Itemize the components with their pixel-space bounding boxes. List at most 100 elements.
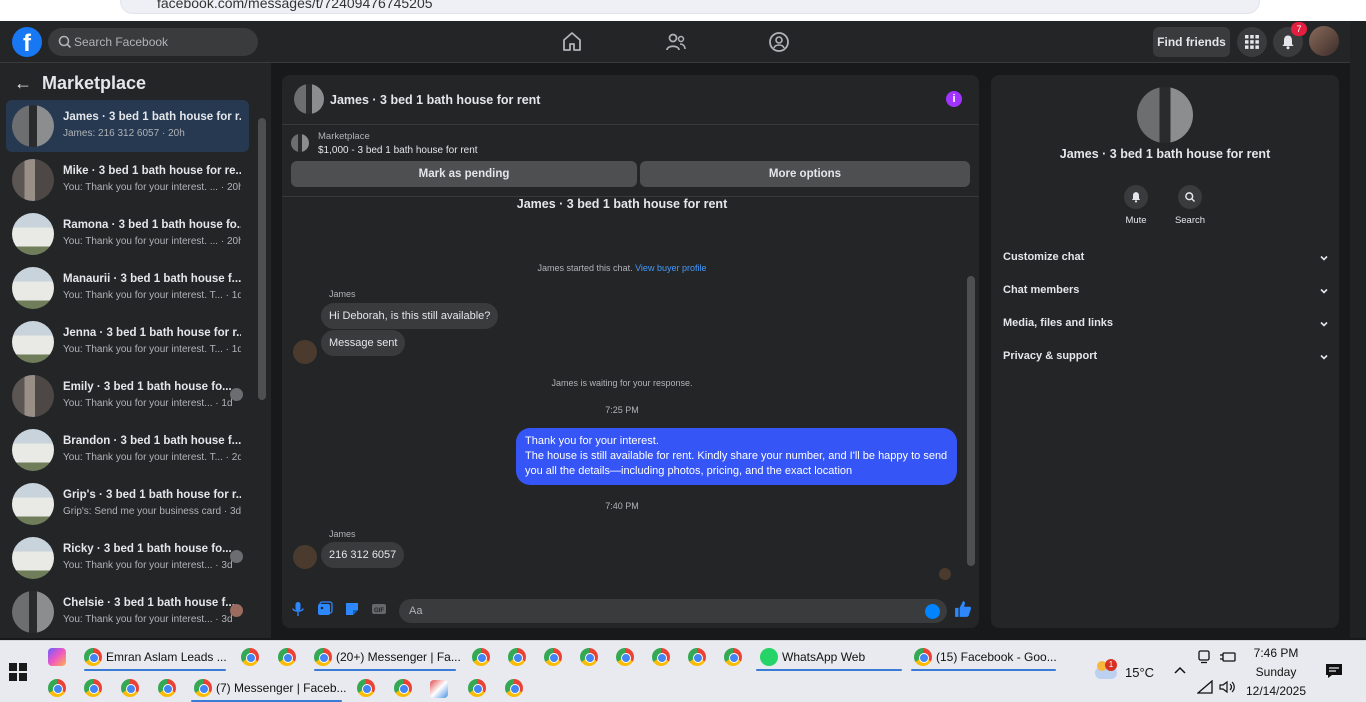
chat-members-section[interactable]: Chat members xyxy=(1003,284,1329,306)
page-scrollbar[interactable] xyxy=(1350,21,1366,638)
view-buyer-profile-link[interactable]: View buyer profile xyxy=(635,263,706,273)
search-input[interactable] xyxy=(74,28,254,56)
taskbar-window-messenger[interactable]: (20+) Messenger | Fa... xyxy=(314,644,461,671)
mark-as-pending-button[interactable]: Mark as pending xyxy=(291,161,637,187)
copilot-icon[interactable] xyxy=(48,648,66,666)
listing-avatar[interactable] xyxy=(1137,87,1193,143)
mute-button[interactable] xyxy=(1124,185,1148,209)
chat-title[interactable]: James · 3 bed 1 bath house for rent xyxy=(330,93,540,107)
gif-icon[interactable]: GIF xyxy=(371,601,387,617)
marketplace-listing-row[interactable]: Marketplace $1,000 - 3 bed 1 bath house … xyxy=(282,125,979,163)
address-bar[interactable]: facebook.com/messages/t/72409476745205 xyxy=(120,0,1260,14)
incoming-message[interactable]: Message sent xyxy=(321,330,406,356)
conversation-name: Mike · 3 bed 1 bath house for re... xyxy=(63,165,241,177)
chat-scroll-thumb[interactable] xyxy=(967,276,975,566)
chrome-icon xyxy=(194,679,212,697)
conversation-preview: You: Thank you for your interest... · 1d xyxy=(63,398,233,409)
taskbar-window-messenger-7[interactable]: (7) Messenger | Faceb... xyxy=(191,675,347,702)
chrome-icon[interactable] xyxy=(505,679,523,697)
chrome-icon[interactable] xyxy=(652,648,670,666)
conversation-item[interactable]: Ricky · 3 bed 1 bath house fo... You: Th… xyxy=(6,532,249,584)
emoji-icon[interactable] xyxy=(925,604,940,619)
media-files-links-section[interactable]: Media, files and links xyxy=(1003,317,1329,339)
conversation-item[interactable]: Manaurii · 3 bed 1 bath house f... You: … xyxy=(6,262,249,314)
clock-date[interactable]: 12/14/2025 xyxy=(1243,684,1309,698)
home-icon[interactable] xyxy=(560,30,584,54)
search-bar[interactable] xyxy=(48,28,258,56)
conversation-item[interactable]: James · 3 bed 1 bath house for r... Jame… xyxy=(6,100,249,152)
message-input[interactable] xyxy=(409,599,909,623)
find-friends-button[interactable]: Find friends xyxy=(1153,27,1230,57)
windows-start-icon[interactable] xyxy=(9,663,27,681)
taskbar-window-leads[interactable]: Emran Aslam Leads ... xyxy=(84,644,227,671)
sidebar-scroll-thumb[interactable] xyxy=(258,118,266,400)
conversation-item[interactable]: Chelsie · 3 bed 1 bath house f... You: T… xyxy=(6,586,249,638)
clock-day[interactable]: Sunday xyxy=(1248,665,1304,679)
chrome-icon[interactable] xyxy=(472,648,490,666)
profile-avatar[interactable] xyxy=(1309,26,1339,56)
conversation-item[interactable]: Grip's · 3 bed 1 bath house for r... Gri… xyxy=(6,478,249,530)
meet-now-icon[interactable] xyxy=(1197,650,1211,664)
chevron-up-icon[interactable] xyxy=(1173,665,1187,675)
sender-avatar[interactable] xyxy=(293,545,317,569)
chrome-icon[interactable] xyxy=(580,648,598,666)
chrome-icon[interactable] xyxy=(121,679,139,697)
temperature[interactable]: 15°C xyxy=(1125,665,1154,680)
chrome-icon[interactable] xyxy=(544,648,562,666)
chrome-icon[interactable] xyxy=(616,648,634,666)
sticker-icon[interactable] xyxy=(344,601,360,617)
chrome-icon[interactable] xyxy=(84,679,102,697)
chrome-icon[interactable] xyxy=(394,679,412,697)
conversation-item[interactable]: Jenna · 3 bed 1 bath house for r... You:… xyxy=(6,316,249,368)
chrome-icon[interactable] xyxy=(468,679,486,697)
sidebar-scrollbar[interactable] xyxy=(255,101,269,637)
timestamp: 7:25 PM xyxy=(605,405,639,415)
menu-button[interactable] xyxy=(1237,27,1267,57)
conversation-item[interactable]: Emily · 3 bed 1 bath house fo... You: Th… xyxy=(6,370,249,422)
clock-time[interactable]: 7:46 PM xyxy=(1248,646,1304,660)
chat-avatar[interactable] xyxy=(294,84,324,114)
chrome-icon[interactable] xyxy=(278,648,296,666)
conversation-item[interactable]: Ramona · 3 bed 1 bath house fo... You: T… xyxy=(6,208,249,260)
active-indicator xyxy=(911,669,1056,671)
more-options-button[interactable]: More options xyxy=(640,161,970,187)
message-field[interactable] xyxy=(399,599,947,623)
timestamp: 7:40 PM xyxy=(605,501,639,511)
thumbs-up-icon[interactable] xyxy=(954,600,972,618)
chat-scrollbar[interactable] xyxy=(965,199,977,585)
sender-avatar[interactable] xyxy=(293,340,317,364)
customize-chat-section[interactable]: Customize chat xyxy=(1003,251,1329,273)
incoming-message[interactable]: 216 312 6057 xyxy=(321,542,405,568)
taskbar-window-label: (15) Facebook - Goo... xyxy=(936,650,1057,664)
privacy-support-section[interactable]: Privacy & support xyxy=(1003,350,1329,372)
sender-name: James xyxy=(329,289,356,299)
battery-icon[interactable] xyxy=(1219,650,1237,664)
search-in-chat-button[interactable] xyxy=(1178,185,1202,209)
info-icon[interactable]: i xyxy=(946,91,962,107)
chrome-icon[interactable] xyxy=(357,679,375,697)
microphone-icon[interactable] xyxy=(290,601,306,617)
chrome-icon[interactable] xyxy=(158,679,176,697)
chrome-icon[interactable] xyxy=(688,648,706,666)
conversation-item[interactable]: Brandon · 3 bed 1 bath house f... You: T… xyxy=(6,424,249,476)
groups-icon[interactable] xyxy=(767,30,791,54)
gallery-icon[interactable] xyxy=(317,601,333,617)
address-text: facebook.com/messages/t/72409476745205 xyxy=(157,0,433,11)
conversation-item[interactable]: Mike · 3 bed 1 bath house for re... You:… xyxy=(6,154,249,206)
taskbar-window-whatsapp[interactable]: WhatsApp Web xyxy=(756,644,902,671)
facebook-logo[interactable]: f xyxy=(12,27,42,57)
chrome-icon[interactable] xyxy=(508,648,526,666)
friends-icon[interactable] xyxy=(664,30,688,54)
chrome-icon[interactable] xyxy=(241,648,259,666)
incoming-message[interactable]: Hi Deborah, is this still available? xyxy=(321,303,499,329)
notification-center-icon[interactable] xyxy=(1325,662,1343,680)
volume-icon[interactable] xyxy=(1219,680,1237,694)
outgoing-message[interactable]: Thank you for your interest. The house i… xyxy=(516,428,957,485)
chrome-icon[interactable] xyxy=(724,648,742,666)
app-icon[interactable] xyxy=(430,680,448,698)
taskbar-window-facebook[interactable]: (15) Facebook - Goo... xyxy=(911,644,1057,671)
chrome-icon[interactable] xyxy=(48,679,66,697)
back-arrow-icon[interactable]: ← xyxy=(14,73,32,94)
wifi-icon[interactable] xyxy=(1197,680,1213,694)
search-icon xyxy=(58,35,72,49)
